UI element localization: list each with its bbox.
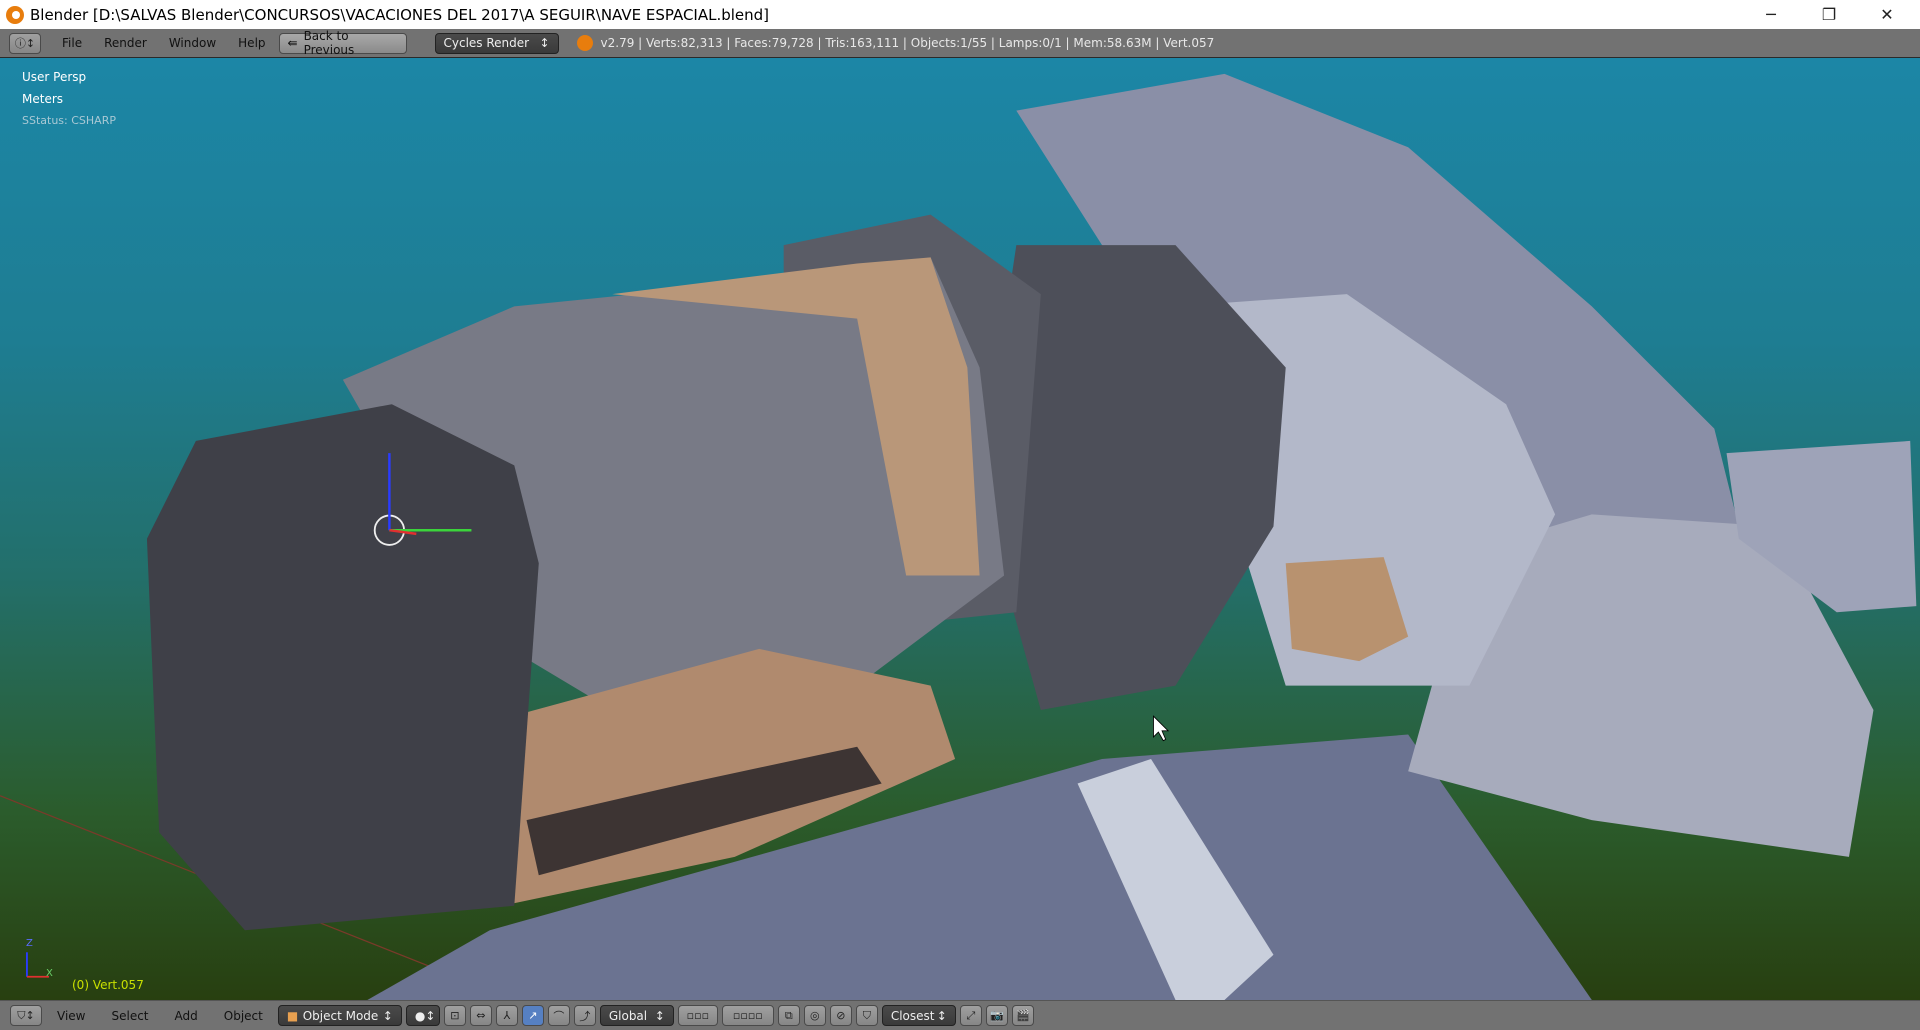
opengl-render-animation-icon[interactable]: 🎬 — [1011, 1005, 1034, 1026]
editor-type-3d-view-icon[interactable]: ⛉↕ — [10, 1005, 42, 1026]
back-icon: ⇚ — [287, 36, 298, 50]
menu-file[interactable]: File — [51, 36, 93, 50]
proportional-edit-icon[interactable]: ◎ — [803, 1005, 826, 1026]
rotate-manipulator-icon[interactable]: ⌒ — [547, 1005, 570, 1026]
title-bar: Blender [D:\SALVAS Blender\CONCURSOS\VAC… — [0, 0, 1920, 29]
snap-toggle-icon[interactable]: ⊘ — [829, 1005, 852, 1026]
scene-stats: v2.79 | Verts:82,313 | Faces:79,728 | Tr… — [600, 36, 1215, 50]
mode-label: Object Mode — [302, 1008, 379, 1023]
menu-window[interactable]: Window — [158, 36, 227, 50]
menu-render[interactable]: Render — [93, 36, 158, 50]
mouse-cursor-icon — [1153, 715, 1170, 742]
transform-orientation-select[interactable]: Global ↕ — [599, 1005, 674, 1026]
back-to-previous-button[interactable]: ⇚ Back to Previous — [278, 29, 407, 57]
snap-target-label: Closest — [890, 1008, 935, 1023]
viewport-shading-select[interactable]: ●↕ — [405, 1005, 440, 1026]
menu-add[interactable]: Add — [164, 1009, 209, 1023]
render-engine-label: Cycles Render — [443, 36, 530, 50]
manipulator-toggle-icon[interactable]: ⇔ — [469, 1005, 492, 1026]
mode-select[interactable]: ■ Object Mode ↕ — [277, 1005, 402, 1026]
menu-object[interactable]: Object — [213, 1009, 274, 1023]
layers-grid-2[interactable]: ▫▫▫▫ — [721, 1005, 774, 1026]
hull-nose-dark — [146, 404, 539, 931]
blender-logo-icon — [6, 5, 24, 24]
translate-manipulator-icon[interactable]: ↗ — [521, 1005, 544, 1026]
orientation-label: Global — [608, 1008, 648, 1023]
axis-x-label: X — [46, 968, 53, 979]
pivot-point-icon[interactable]: ⊡ — [443, 1005, 466, 1026]
blender-stats-icon — [576, 35, 593, 51]
3d-view-header: ⛉↕ View Select Add Object ■ Object Mode ↕ … — [0, 1000, 1920, 1030]
render-engine-select[interactable]: Cycles Render ↕ — [434, 32, 559, 54]
axis-z-label: Z — [26, 938, 33, 949]
view-name-label: User Persp — [22, 70, 87, 84]
menu-help[interactable]: Help — [227, 36, 276, 50]
units-label: Meters — [22, 92, 64, 106]
snap-element-icon[interactable]: ⛉ — [855, 1005, 878, 1026]
snap-target-select[interactable]: Closest ↕ — [881, 1005, 956, 1026]
active-object-label: (0) Vert.057 — [72, 978, 144, 992]
lock-camera-layers-icon[interactable]: ⧉ — [777, 1005, 800, 1026]
cube-icon: ■ — [286, 1008, 299, 1023]
info-header: ⓘ↕ File Render Window Help ⇚ Back to Prev… — [0, 29, 1920, 58]
opengl-render-image-icon[interactable]: 📷 — [985, 1005, 1008, 1026]
menu-select[interactable]: Select — [100, 1009, 159, 1023]
back-to-previous-label: Back to Previous — [303, 29, 355, 57]
menu-view[interactable]: View — [46, 1009, 96, 1023]
layers-grid-1[interactable]: ▫▫▫ — [677, 1005, 718, 1026]
status-label: SStatus: CSHARP — [22, 114, 116, 127]
updown-icon: ↕ — [382, 1008, 393, 1023]
window-title: Blender [D:\SALVAS Blender\CONCURSOS\VAC… — [30, 5, 770, 24]
3d-viewport[interactable]: User Persp Meters SStatus: CSHARP Z X (0… — [0, 58, 1920, 1000]
scale-manipulator-icon[interactable]: ⤴ — [573, 1005, 596, 1026]
close-button[interactable]: ✕ — [1858, 0, 1916, 29]
updown-icon: ↕ — [539, 36, 550, 50]
minimize-button[interactable]: ─ — [1742, 0, 1800, 29]
spaceship-model — [0, 73, 1917, 1000]
transform-manipulator-icon[interactable]: ⅄ — [495, 1005, 518, 1026]
editor-type-info-icon[interactable]: ⓘ↕ — [9, 32, 41, 54]
snap-align-rotation-icon[interactable]: ⤢ — [959, 1005, 982, 1026]
restore-button[interactable]: ❐ — [1800, 0, 1858, 29]
